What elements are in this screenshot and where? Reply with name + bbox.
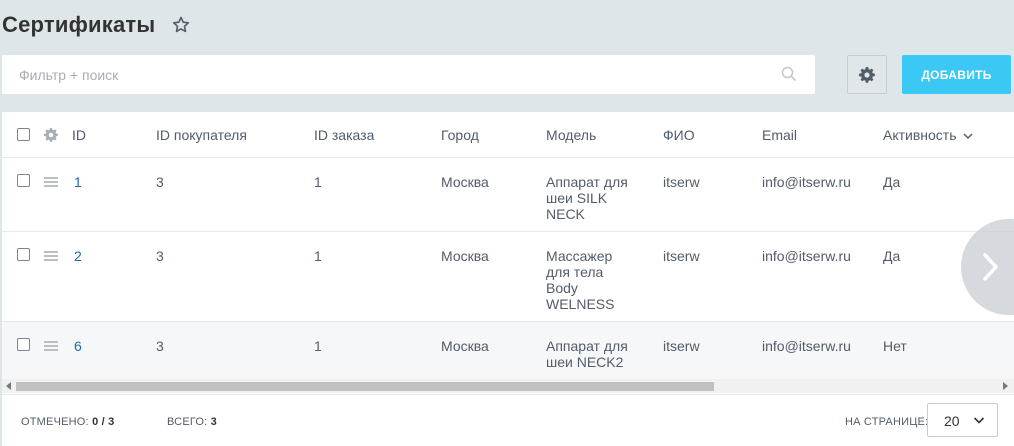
cell-buyer-id: 3 [156,248,164,264]
cell-active: Нет [883,338,907,354]
search-icon[interactable] [781,66,797,82]
scroll-left-arrow-icon[interactable] [6,382,11,390]
cell-email: info@itserw.ru [762,248,851,264]
cell-city: Москва [441,174,489,190]
settings-button[interactable] [847,55,887,94]
cell-fio: itserw [663,174,700,190]
cell-email: info@itserw.ru [762,338,851,354]
chevron-right-icon [983,253,998,281]
cell-order-id: 1 [314,248,322,264]
cell-model: Массажер для тела Body WELNESS [546,248,615,312]
grid-footer: ОТМЕЧЕНО: 0 / 3 ВСЕГО: 3 НА СТРАНИЦЕ: 20 [2,394,1014,446]
column-header-id[interactable]: ID [72,127,86,143]
cell-active: Да [883,174,901,190]
drag-handle-icon[interactable] [44,177,58,187]
selected-count-label: ОТМЕЧЕНО: [21,416,89,428]
cell-model: Аппарат для шеи NECK2 [546,338,628,370]
row-checkbox[interactable] [17,174,30,187]
chevron-down-icon [973,417,985,424]
cell-fio: itserw [663,338,700,354]
column-header-active[interactable]: Активность [883,127,973,143]
filter-search-box[interactable] [2,55,815,94]
table-row[interactable]: 2 3 1 Москва Массажер для тела Body WELN… [2,232,1014,322]
table-row[interactable]: 6 3 1 Москва Аппарат для шеи NECK2 itser… [2,322,1014,382]
column-header-order-id[interactable]: ID заказа [314,127,374,143]
cell-order-id: 1 [314,338,322,354]
drag-handle-icon[interactable] [44,341,58,351]
chevron-down-icon [963,133,973,140]
title-row: Сертификаты [2,10,191,40]
per-page-value: 20 [944,413,960,429]
row-checkbox[interactable] [17,338,30,351]
cell-model: Аппарат для шеи SILK NECK [546,174,628,222]
per-page-select[interactable]: 20 [927,403,998,437]
cell-email: info@itserw.ru [762,174,851,190]
drag-handle-icon[interactable] [44,251,58,261]
column-settings-gear-icon[interactable] [44,128,58,142]
scrollbar-thumb[interactable] [16,382,714,391]
select-all-checkbox[interactable] [17,128,30,141]
data-grid: ID ID покупателя ID заказа Город Модель … [2,112,1014,446]
cell-active: Да [883,248,901,264]
cell-order-id: 1 [314,174,322,190]
selected-count-value: 0 / 3 [92,416,115,428]
column-header-active-label: Активность [883,127,957,143]
column-header-buyer-id[interactable]: ID покупателя [156,127,247,143]
column-header-email[interactable]: Email [762,127,797,143]
cell-buyer-id: 3 [156,338,164,354]
gear-icon [859,66,875,83]
cell-id-link[interactable]: 6 [74,338,82,354]
total-count-value: 3 [210,416,217,428]
add-button[interactable]: ДОБАВИТЬ [902,55,1011,94]
horizontal-scrollbar[interactable] [2,379,1014,393]
row-checkbox[interactable] [17,248,30,261]
column-header-city[interactable]: Город [441,127,479,143]
page-title: Сертификаты [2,12,156,37]
table-header: ID ID покупателя ID заказа Город Модель … [2,112,1014,158]
scroll-right-arrow-icon[interactable] [1003,382,1008,390]
cell-id-link[interactable]: 1 [74,174,82,190]
search-input[interactable] [2,55,762,94]
column-header-fio[interactable]: ФИО [663,127,695,143]
cell-city: Москва [441,248,489,264]
cell-buyer-id: 3 [156,174,164,190]
selected-count: ОТМЕЧЕНО: 0 / 3 [21,416,114,428]
total-count-label: ВСЕГО: [167,416,208,428]
per-page-label: НА СТРАНИЦЕ: [845,416,929,428]
total-count: ВСЕГО: 3 [167,416,217,428]
cell-id-link[interactable]: 2 [74,248,82,264]
column-header-model[interactable]: Модель [546,127,596,143]
star-icon[interactable] [171,15,191,35]
cell-fio: itserw [663,248,700,264]
table-row[interactable]: 1 3 1 Москва Аппарат для шеи SILK NECK i… [2,158,1014,232]
cell-city: Москва [441,338,489,354]
